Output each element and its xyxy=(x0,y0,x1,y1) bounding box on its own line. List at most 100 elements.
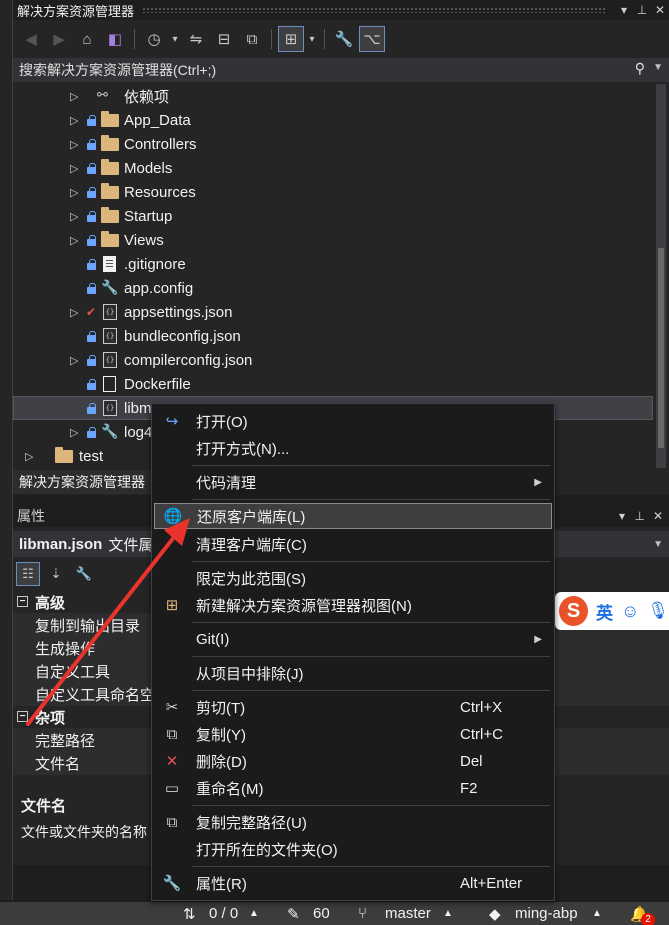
menu-item-label: 新建解决方案资源管理器视图(N) xyxy=(196,597,412,615)
tree-item[interactable]: ▷ ✔ {} appsettings.json xyxy=(13,300,653,324)
ime-mode-label[interactable]: 英 xyxy=(596,599,613,624)
chevron-down-icon[interactable]: ▼ xyxy=(653,539,663,550)
tree-item[interactable]: ▷ Models xyxy=(13,156,653,180)
expand-arrow-icon[interactable]: ▷ xyxy=(70,210,80,223)
tree-item[interactable]: ▷ Views xyxy=(13,228,653,252)
categorized-icon[interactable]: ☷ xyxy=(16,562,40,586)
tree-item-label: appsettings.json xyxy=(124,303,233,321)
sogou-logo-icon[interactable]: S xyxy=(559,596,589,626)
menu-item-label: 属性(R) xyxy=(196,875,247,893)
tree-item[interactable]: ▷ Startup xyxy=(13,204,653,228)
preview-selected-items-icon[interactable]: ⊞ xyxy=(278,26,304,52)
switch-views-icon[interactable]: ◧ xyxy=(103,27,127,51)
menu-item-exclude-from-project[interactable]: 从项目中排除(J) xyxy=(154,660,552,686)
menu-item-delete[interactable]: ✕ 删除(D) Del xyxy=(154,748,552,774)
property-pages-wrench-icon[interactable]: 🔧 xyxy=(73,563,95,585)
preview-icon[interactable]: ⌥ xyxy=(359,26,385,52)
close-icon[interactable]: ✕ xyxy=(651,3,669,17)
search-options-dropdown-icon[interactable]: ▼ xyxy=(653,62,663,73)
tree-item[interactable]: 🔧 app.config xyxy=(13,276,653,300)
filter-dropdown-icon[interactable]: ▾ xyxy=(170,27,180,51)
edits-count[interactable]: 60 xyxy=(313,905,330,922)
chevron-up-icon[interactable]: ▲ xyxy=(443,908,453,919)
tree-item[interactable]: .gitignore xyxy=(13,252,653,276)
folder-icon xyxy=(101,135,119,153)
menu-item-copy-full-path[interactable]: ⧉ 复制完整路径(U) xyxy=(154,809,552,835)
repo-icon[interactable]: ◆ xyxy=(489,905,501,923)
expand-arrow-icon[interactable]: ▷ xyxy=(25,450,35,463)
tree-item-label: Models xyxy=(124,159,173,177)
menu-item-cut[interactable]: ✂ 剪切(T) Ctrl+X xyxy=(154,694,552,720)
json-file-icon: {} xyxy=(101,352,119,370)
show-all-files-icon[interactable]: ⧉ xyxy=(240,27,264,51)
tree-item[interactable]: ▷ Controllers xyxy=(13,132,653,156)
menu-item-copy[interactable]: ⧉ 复制(Y) Ctrl+C xyxy=(154,721,552,747)
title-grip[interactable] xyxy=(142,7,607,13)
pencil-icon[interactable]: ✎ xyxy=(287,905,300,923)
properties-wrench-icon[interactable]: 🔧 xyxy=(332,27,356,51)
collapse-icon[interactable]: − xyxy=(17,596,28,607)
expand-arrow-icon[interactable]: ▷ xyxy=(70,234,80,247)
open-icon: ↪ xyxy=(165,413,179,430)
chevron-up-icon[interactable]: ▲ xyxy=(249,908,259,919)
branch-name[interactable]: master xyxy=(385,905,431,922)
changes-icon[interactable]: ⇅ xyxy=(183,905,196,923)
menu-item-open-containing-folder[interactable]: 打开所在的文件夹(O) xyxy=(154,836,552,862)
search-box[interactable]: 搜索解决方案资源管理器(Ctrl+;) ⚲ ▼ xyxy=(13,58,669,82)
changes-count[interactable]: 0 / 0 xyxy=(209,905,238,922)
expand-arrow-icon[interactable]: ▷ xyxy=(70,354,80,367)
expand-arrow-icon[interactable]: ▷ xyxy=(70,186,80,199)
menu-item-open-with[interactable]: 打开方式(N)... xyxy=(154,435,552,461)
sync-with-document-icon[interactable]: ⇋ xyxy=(184,27,208,51)
collapse-all-icon[interactable]: ⊟ xyxy=(212,27,236,51)
expand-arrow-icon[interactable]: ▷ xyxy=(70,90,80,103)
menu-item-label: 清理客户端库(C) xyxy=(196,536,307,554)
window-position-dropdown-icon[interactable]: ▾ xyxy=(615,3,633,17)
cut-icon: ✂ xyxy=(165,699,179,716)
collapse-icon[interactable]: − xyxy=(17,711,28,722)
menu-item-git[interactable]: Git(I) ▶ xyxy=(154,626,552,652)
alphabetical-icon[interactable]: ⇣ xyxy=(45,563,67,585)
expand-arrow-icon[interactable]: ▷ xyxy=(70,306,80,319)
scrollbar-thumb[interactable] xyxy=(658,248,664,448)
pending-changes-filter-icon[interactable]: ◷ xyxy=(142,27,166,51)
expand-arrow-icon[interactable]: ▷ xyxy=(70,426,80,439)
tree-item[interactable]: Dockerfile xyxy=(13,372,653,396)
menu-item-restore-client-libraries[interactable]: 🌐 还原客户端库(L) xyxy=(154,503,552,529)
tree-item[interactable]: ▷ {} compilerconfig.json xyxy=(13,348,653,372)
chevron-up-icon[interactable]: ▲ xyxy=(592,908,602,919)
lock-icon xyxy=(87,187,97,198)
repo-name[interactable]: ming-abp xyxy=(515,905,578,922)
preview-dropdown-icon[interactable]: ▾ xyxy=(307,27,317,51)
close-icon[interactable]: ✕ xyxy=(653,509,663,523)
menu-item-new-solution-explorer-view[interactable]: ⊞ 新建解决方案资源管理器视图(N) xyxy=(154,592,552,618)
home-icon[interactable]: ⌂ xyxy=(75,27,99,51)
tree-item[interactable]: ▷ Resources xyxy=(13,180,653,204)
menu-item-code-cleanup[interactable]: 代码清理 ▶ xyxy=(154,469,552,495)
tab-solution-explorer[interactable]: 解决方案资源管理器 xyxy=(13,470,173,494)
menu-item-open[interactable]: ↪ 打开(O) xyxy=(154,408,552,434)
pin-icon[interactable]: ⊥ xyxy=(633,3,651,17)
menu-item-properties[interactable]: 🔧 属性(R) Alt+Enter xyxy=(154,870,552,896)
tree-item-label: bundleconfig.json xyxy=(124,327,241,345)
menu-item-rename[interactable]: ▭ 重命名(M) F2 xyxy=(154,775,552,801)
expand-arrow-icon[interactable]: ▷ xyxy=(70,162,80,175)
microphone-icon[interactable]: 🎙 xyxy=(647,601,669,621)
forward-icon[interactable]: ▶ xyxy=(47,27,71,51)
pin-icon[interactable]: ⊥ xyxy=(635,509,645,523)
menu-item-scope-to-this[interactable]: 限定为此范围(S) xyxy=(154,565,552,591)
emoji-icon[interactable]: ☺ xyxy=(621,601,639,622)
search-icon[interactable]: ⚲ xyxy=(635,60,645,77)
expand-arrow-icon[interactable]: ▷ xyxy=(70,114,80,127)
menu-separator xyxy=(192,622,550,623)
expand-arrow-icon[interactable]: ▷ xyxy=(70,138,80,151)
menu-item-clean-client-libraries[interactable]: 清理客户端库(C) xyxy=(154,531,552,557)
left-gutter xyxy=(0,0,13,900)
tree-item[interactable]: ▷ ⚯ 依赖项 xyxy=(13,84,653,108)
branch-icon[interactable]: ⑂ xyxy=(358,905,367,922)
window-position-dropdown-icon[interactable]: ▾ xyxy=(619,509,625,523)
vertical-scrollbar[interactable] xyxy=(656,84,666,468)
tree-item[interactable]: {} bundleconfig.json xyxy=(13,324,653,348)
tree-item[interactable]: ▷ App_Data xyxy=(13,108,653,132)
back-icon[interactable]: ◀ xyxy=(19,27,43,51)
